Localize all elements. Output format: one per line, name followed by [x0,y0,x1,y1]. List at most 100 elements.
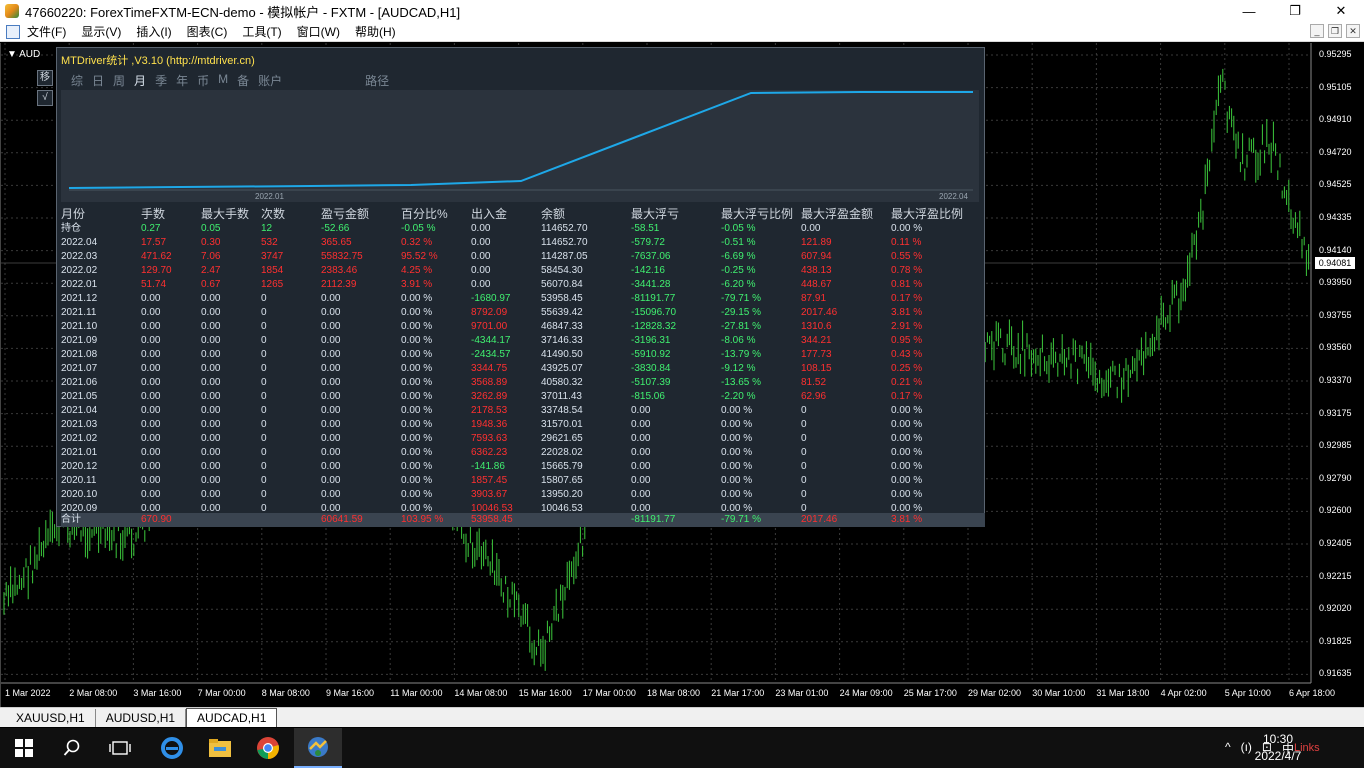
menu-charts[interactable]: 图表(C) [187,23,237,40]
table-cell: 0 [261,335,267,346]
stats-panel[interactable]: MTDriver统计 ,V3.10 (http://mtdriver.cn) 移… [37,47,985,527]
minimize-button[interactable]: — [1226,0,1272,22]
mdi-restore-button[interactable]: ❐ [1328,24,1342,38]
start-icon[interactable] [0,728,48,768]
tab-audcad[interactable]: AUDCAD,H1 [186,708,278,727]
panel-tab-3[interactable]: 月 [134,72,146,89]
column-header[interactable]: 最大浮亏 [631,206,679,222]
tray-overflow-icon[interactable]: ^ [1225,740,1231,757]
menu-file[interactable]: 文件(F) [27,23,75,40]
maximize-button[interactable]: ❐ [1272,0,1318,22]
table-cell: -29.15 % [721,307,762,318]
table-cell: 3262.89 [471,391,508,402]
menu-view[interactable]: 显示(V) [81,23,130,40]
mdi-minimize-button[interactable]: _ [1310,24,1324,38]
column-header[interactable]: 最大浮亏比例 [721,206,793,222]
menu-bar: 文件(F) 显示(V) 插入(I) 图表(C) 工具(T) 窗口(W) 帮助(H… [0,22,1364,42]
panel-tab-10[interactable]: 路径 [365,72,389,89]
menu-window[interactable]: 窗口(W) [297,23,349,40]
search-icon[interactable] [48,728,96,768]
panel-tab-4[interactable]: 季 [155,72,167,89]
panel-tab-0[interactable]: 综 [71,72,83,89]
table-cell: 0.00 [321,335,341,346]
task-view-icon[interactable] [96,728,144,768]
table-cell: 121.89 [801,237,832,248]
column-header[interactable]: 手数 [141,206,165,222]
chrome-icon[interactable] [244,728,292,768]
table-cell: 0.00 [471,265,491,276]
table-row: 持仓 0.27 0.05 12 -52.66 -0.05 % 0.00 114652.70 -5… [61,222,979,236]
table-cell: 0.00 [141,363,161,374]
column-header[interactable]: 出入金 [471,206,507,222]
table-cell: 0 [801,405,807,416]
mdi-close-button[interactable]: ✕ [1346,24,1360,38]
price-tick-label: 0.93175 [1319,407,1352,418]
table-cell: -5910.92 [631,349,671,360]
table-row: 2021.04 0.00 0.00 0 0.00 0.00 % 2178.53 33748.5… [61,404,979,418]
table-cell: 0.00 % [401,293,433,304]
table-cell: 0.00 [141,321,161,332]
table-cell: 0.00 [321,405,341,416]
mt4-icon[interactable] [294,728,342,768]
explorer-icon[interactable] [196,728,244,768]
column-header[interactable]: 最大浮盈金额 [801,206,873,222]
menu-insert[interactable]: 插入(I) [136,23,180,40]
table-cell: 2112.39 [321,279,357,290]
table-cell: 0.00 [321,419,341,430]
menu-help[interactable]: 帮助(H) [355,23,405,40]
table-cell: 0.00 [141,293,161,304]
price-tick-label: 0.93950 [1319,277,1352,288]
table-cell: 持仓 [61,223,81,234]
table-cell: 0 [801,475,807,486]
panel-tab-1[interactable]: 日 [92,72,104,89]
column-header[interactable]: 最大手数 [201,206,249,222]
time-tick-label: 21 Mar 17:00 [711,688,765,698]
tab-xauusd[interactable]: XAUUSD,H1 [6,709,96,727]
table-cell: 0.00 [631,419,651,430]
menu-tools[interactable]: 工具(T) [242,23,290,40]
column-header[interactable]: 余额 [541,206,565,222]
table-cell: 2021.04 [61,405,98,416]
table-cell: -2.20 % [721,391,756,402]
panel-tab-9[interactable]: 账户 [258,72,282,89]
menu-app-icon[interactable] [6,24,20,39]
table-cell: 0.00 [321,461,341,472]
table-cell: 0.00 [201,461,221,472]
check-button[interactable]: √ [37,90,53,106]
column-header[interactable]: 百分比% [401,206,448,222]
table-cell: 0 [261,447,267,458]
table-row: 2022.04 17.57 0.30 532 365.65 0.32 % 0.00 11465… [61,236,979,250]
table-cell: 0.00 [201,363,221,374]
table-cell: 0.00 % [401,419,433,430]
move-button[interactable]: 移 [37,70,53,86]
panel-tab-6[interactable]: 币 [197,72,209,89]
table-cell: -9.12 % [721,363,756,374]
table-cell: 0.00 [201,377,221,388]
panel-tab-2[interactable]: 周 [113,72,125,89]
table-cell: 0 [261,377,267,388]
column-header[interactable]: 最大浮盈比例 [891,206,963,222]
table-cell: 2020.11 [61,475,97,486]
table-cell: 0 [801,461,807,472]
price-tick-label: 0.93755 [1319,309,1352,320]
panel-tab-7[interactable]: M [218,72,228,89]
panel-tab-5[interactable]: 年 [176,72,188,89]
table-row: 2021.07 0.00 0.00 0 0.00 0.00 % 3344.75 43925.0… [61,362,979,376]
column-header[interactable]: 月份 [61,206,85,222]
table-cell: 0.00 [471,237,491,248]
table-row: 2020.10 0.00 0.00 0 0.00 0.00 % 3903.67 13950.2… [61,488,979,502]
panel-tab-8[interactable]: 备 [237,72,249,89]
table-cell: 0 [261,419,267,430]
column-header[interactable]: 盈亏金额 [321,206,369,222]
table-cell: 0.00 [631,461,651,472]
table-cell: -5107.39 [631,377,671,388]
column-header[interactable]: 次数 [261,206,285,222]
table-cell: 22028.02 [541,447,583,458]
total-row: 合计 670.90 60641.59 103.95 % 53958.45 -81191.7… [61,513,985,527]
tab-audusd[interactable]: AUDUSD,H1 [96,709,187,727]
close-button[interactable]: ✕ [1318,0,1364,22]
table-cell: 2021.09 [61,335,98,346]
balance-line-canvas [68,91,973,191]
panel-title: MTDriver统计 ,V3.10 (http://mtdriver.cn) [61,55,255,67]
ie-icon[interactable] [148,728,196,768]
